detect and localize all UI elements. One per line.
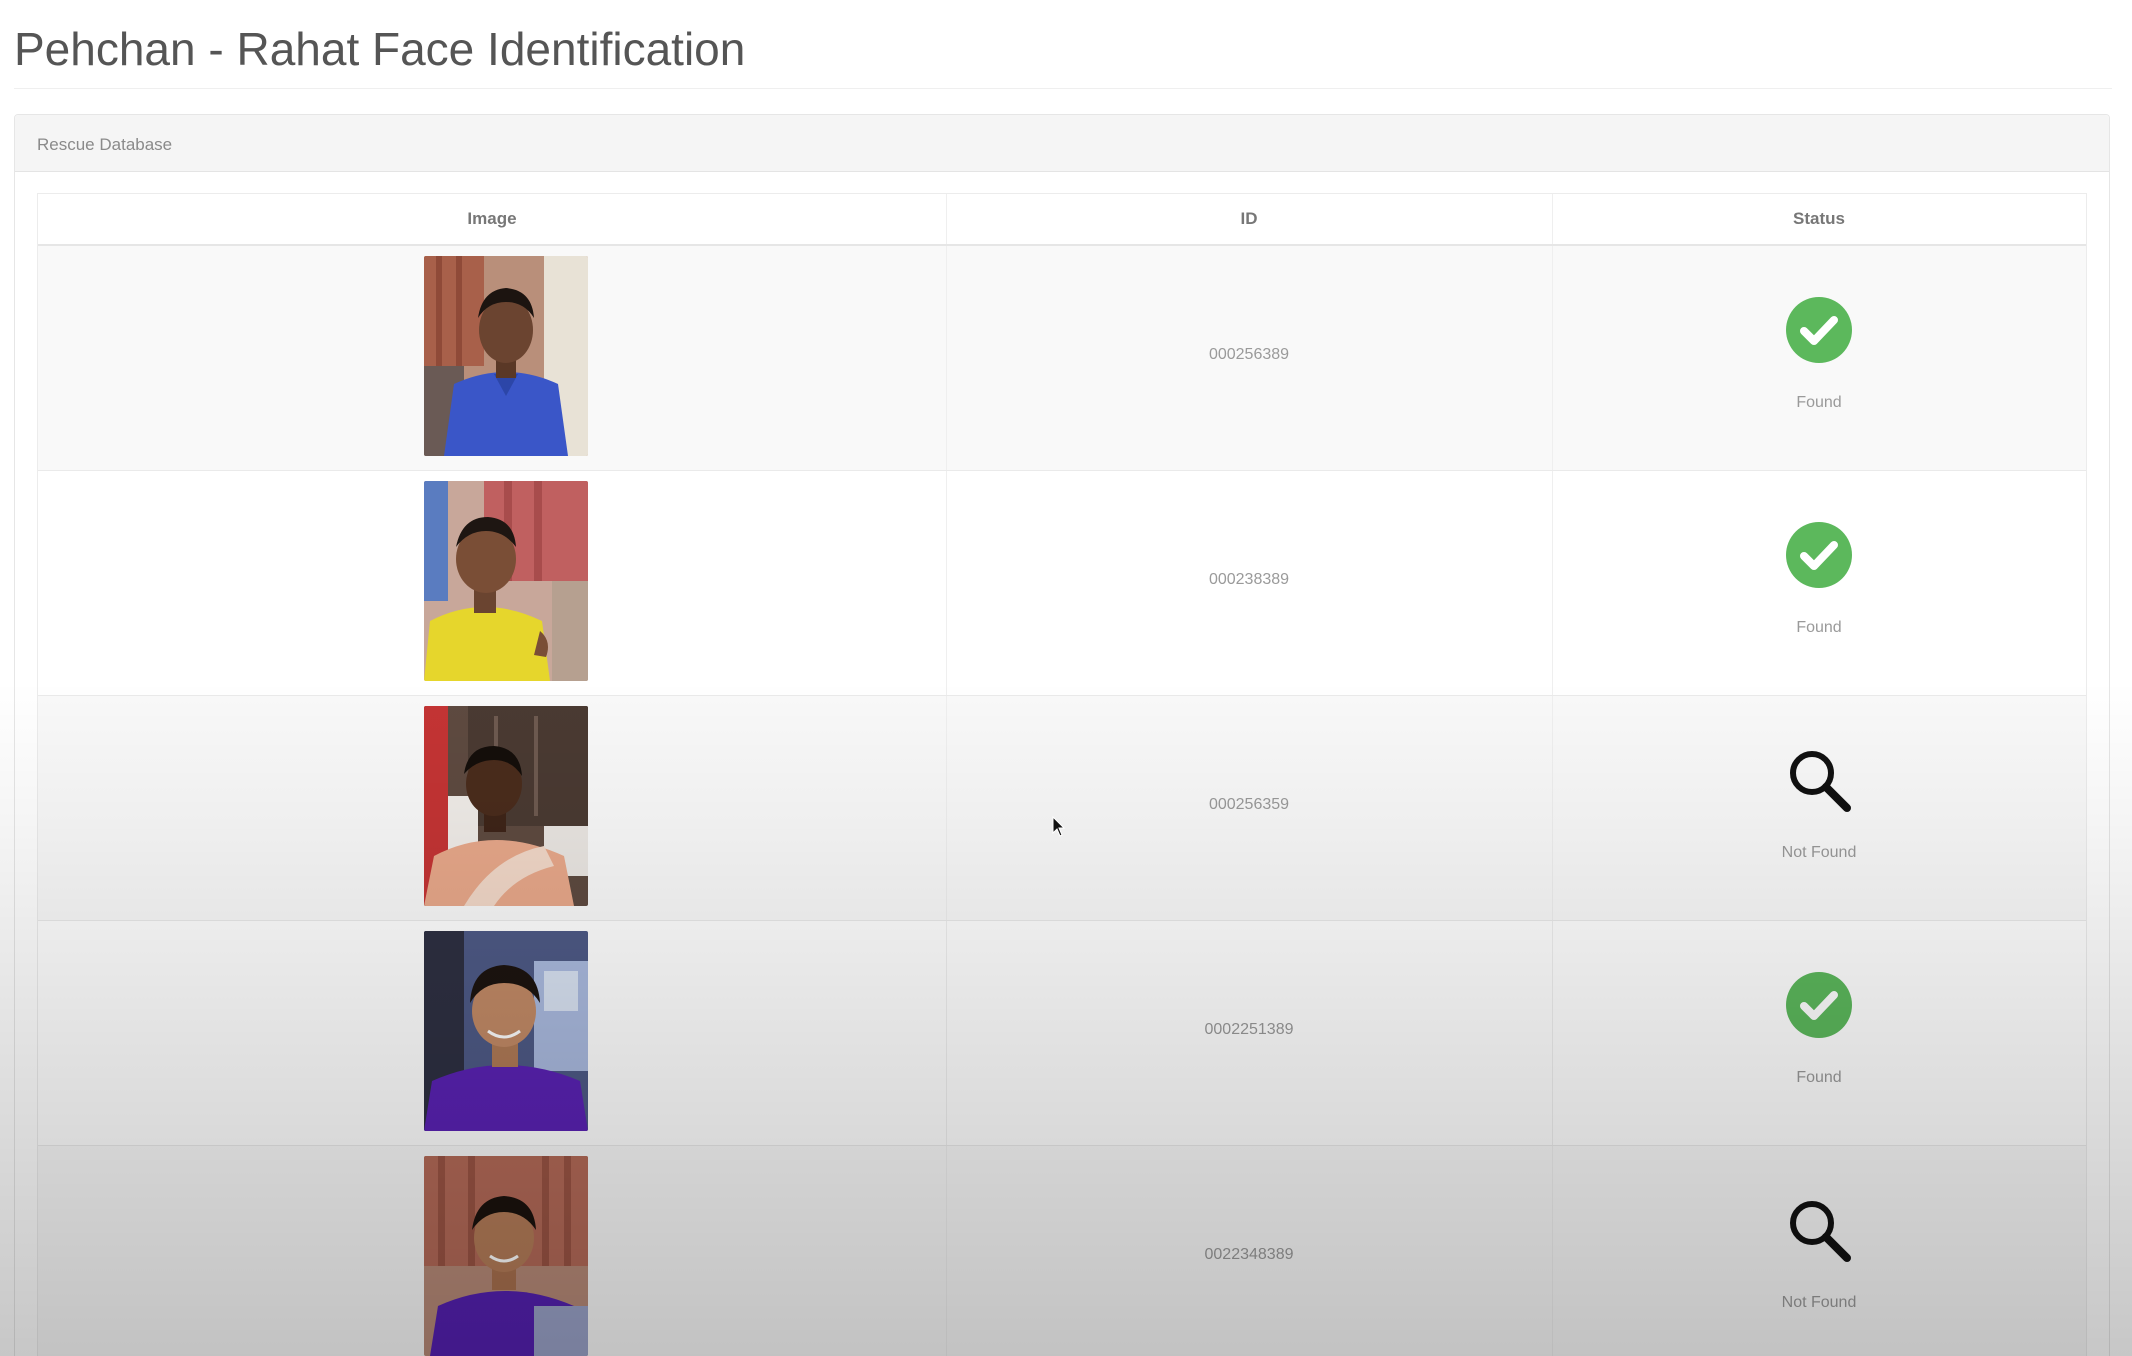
table-row[interactable]: 0022348389 Not Found	[38, 1146, 2086, 1356]
id-cell: 0022348389	[946, 1146, 1553, 1356]
person-photo[interactable]	[424, 256, 588, 456]
status-cell: Found	[1552, 921, 2086, 1145]
status-cell: Found	[1552, 246, 2086, 470]
table-row[interactable]: 000238389 Found	[38, 471, 2086, 696]
table-row[interactable]: 000256389 Found	[38, 246, 2086, 471]
record-id: 0022348389	[1204, 1246, 1294, 1263]
page-title: Pehchan - Rahat Face Identification	[14, 23, 746, 75]
record-id: 000238389	[1208, 571, 1290, 588]
person-photo[interactable]	[424, 706, 588, 906]
record-id: 0002251389	[1204, 1021, 1294, 1038]
column-header-image[interactable]: Image	[38, 194, 947, 244]
rescue-table: Image ID Status 000256389 Found 00023838…	[37, 193, 2087, 1356]
status-cell: Not Found	[1552, 1146, 2086, 1356]
rescue-database-panel: Rescue Database Image ID Status 00025638…	[14, 114, 2110, 1356]
status-label: Found	[1796, 394, 1842, 411]
title-divider	[14, 88, 2112, 89]
column-header-id[interactable]: ID	[946, 194, 1553, 244]
image-cell	[38, 246, 947, 470]
image-cell	[38, 1146, 947, 1356]
id-cell: 000256389	[946, 246, 1553, 470]
person-photo[interactable]	[424, 931, 588, 1131]
panel-heading: Rescue Database	[15, 115, 2109, 172]
image-cell	[38, 471, 947, 695]
status-label: Not Found	[1781, 844, 1857, 861]
record-id: 000256359	[1208, 796, 1290, 813]
status-label: Not Found	[1781, 1294, 1857, 1311]
id-cell: 0002251389	[946, 921, 1553, 1145]
image-cell	[38, 921, 947, 1145]
record-id: 000256389	[1208, 346, 1290, 363]
status-cell: Not Found	[1552, 696, 2086, 920]
mouse-pointer-icon	[1052, 815, 1066, 838]
person-photo[interactable]	[424, 1156, 588, 1356]
panel-heading-title: Rescue Database	[37, 135, 173, 154]
magnifier-icon	[1785, 746, 1853, 814]
table-row[interactable]: 0002251389 Found	[38, 921, 2086, 1146]
status-label: Found	[1796, 1069, 1842, 1086]
check-circle-icon	[1785, 296, 1853, 364]
check-circle-icon	[1785, 971, 1853, 1039]
person-photo[interactable]	[424, 481, 588, 681]
table-header: Image ID Status	[38, 194, 2086, 246]
status-cell: Found	[1552, 471, 2086, 695]
status-label: Found	[1796, 619, 1842, 636]
page-root: Pehchan - Rahat Face Identification Resc…	[0, 0, 2132, 1356]
image-cell	[38, 696, 947, 920]
table-row[interactable]: 000256359 Not Found	[38, 696, 2086, 921]
column-header-status[interactable]: Status	[1552, 194, 2086, 244]
id-cell: 000238389	[946, 471, 1553, 695]
check-circle-icon	[1785, 521, 1853, 589]
magnifier-icon	[1785, 1196, 1853, 1264]
id-cell: 000256359	[946, 696, 1553, 920]
